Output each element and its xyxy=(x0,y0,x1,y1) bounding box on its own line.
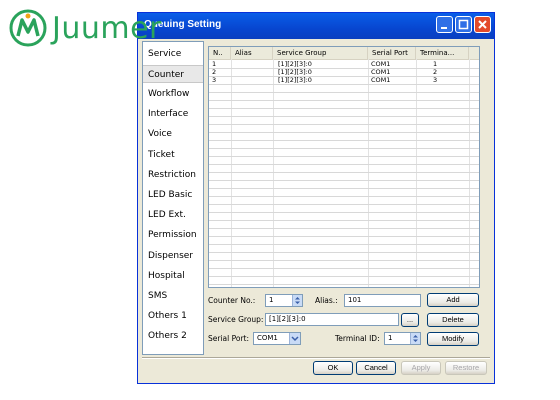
table-cell: COM1 xyxy=(371,76,391,84)
sidebar-item-workflow[interactable]: Workflow xyxy=(143,85,203,103)
spinner-arrows-icon[interactable] xyxy=(410,333,420,344)
footer-divider xyxy=(142,357,490,359)
counter-table[interactable]: N.. Alias Service Group Serial Port Term… xyxy=(208,46,480,288)
alias-label: Alias.: xyxy=(315,296,338,305)
table-cell: 1 xyxy=(212,60,217,68)
table-cell: 3 xyxy=(212,76,217,84)
empty-table-row[interactable] xyxy=(209,276,479,285)
restore-button[interactable]: Restore xyxy=(445,361,487,375)
column-header-service-group[interactable]: Service Group xyxy=(273,47,368,59)
counter-no-spinner[interactable]: 1 xyxy=(265,294,303,307)
apply-button[interactable]: Apply xyxy=(401,361,441,375)
table-cell: [1][2][3]:0 xyxy=(278,60,312,68)
table-cell: [1][2][3]:0 xyxy=(278,68,312,76)
table-header: N.. Alias Service Group Serial Port Term… xyxy=(209,47,479,60)
sidebar-item-sms[interactable]: SMS xyxy=(143,287,203,305)
sidebar-item-permission[interactable]: Permission xyxy=(143,226,203,244)
maximize-icon xyxy=(458,19,469,30)
table-cell: COM1 xyxy=(371,60,391,68)
terminal-id-label: Terminal ID: xyxy=(335,334,380,343)
serial-port-value: COM1 xyxy=(257,334,278,342)
close-icon xyxy=(478,20,487,29)
table-cell: [1][2][3]:0 xyxy=(278,76,312,84)
sidebar-item-others-2[interactable]: Others 2 xyxy=(143,327,203,345)
table-cell: 2 xyxy=(212,68,217,76)
table-cell: 1 xyxy=(433,60,438,68)
queuing-setting-window: Queuing Setting Service Counter Workflow… xyxy=(137,12,495,384)
terminal-id-spinner[interactable]: 1 xyxy=(384,332,421,345)
chevron-down-icon[interactable] xyxy=(289,333,300,344)
ok-button[interactable]: OK xyxy=(313,361,353,375)
logo-text: Juumer xyxy=(52,10,162,46)
serial-port-select[interactable]: COM1 xyxy=(253,332,301,345)
maximize-button[interactable] xyxy=(455,16,472,33)
counter-no-label: Counter No.: xyxy=(208,296,256,305)
sidebar-item-led-ext[interactable]: LED Ext. xyxy=(143,206,203,224)
counter-no-value: 1 xyxy=(269,296,274,304)
delete-button[interactable]: Delete xyxy=(427,313,479,327)
logo-mark-icon xyxy=(8,8,48,48)
service-group-label: Service Group: xyxy=(208,315,264,324)
sidebar-item-voice[interactable]: Voice xyxy=(143,125,203,143)
cancel-button[interactable]: Cancel xyxy=(356,361,396,375)
column-header-no[interactable]: N.. xyxy=(209,47,231,59)
column-header-serial-port[interactable]: Serial Port xyxy=(368,47,416,59)
sidebar-item-interface[interactable]: Interface xyxy=(143,105,203,123)
add-button[interactable]: Add xyxy=(427,293,479,307)
terminal-id-value: 1 xyxy=(388,334,393,342)
brand-logo: Juumer xyxy=(8,8,162,48)
spinner-arrows-icon[interactable] xyxy=(292,295,302,306)
minimize-button[interactable] xyxy=(436,16,453,33)
service-group-input[interactable]: [1][2][3]:0 xyxy=(265,313,399,326)
modify-button[interactable]: Modify xyxy=(427,332,479,346)
table-cell: 3 xyxy=(433,76,438,84)
alias-input[interactable]: 101 xyxy=(344,294,421,307)
serial-port-label: Serial Port: xyxy=(208,334,250,343)
sidebar-item-hospital[interactable]: Hospital xyxy=(143,267,203,285)
sidebar-item-led-basic[interactable]: LED Basic xyxy=(143,186,203,204)
sidebar-item-restriction[interactable]: Restriction xyxy=(143,166,203,184)
minimize-icon xyxy=(441,27,447,29)
sidebar-item-others-1[interactable]: Others 1 xyxy=(143,307,203,325)
table-cell: 2 xyxy=(433,68,438,76)
sidebar-item-dispenser[interactable]: Dispenser xyxy=(143,247,203,265)
column-header-alias[interactable]: Alias xyxy=(231,47,273,59)
browse-button[interactable]: ... xyxy=(401,313,419,327)
table-cell: COM1 xyxy=(371,68,391,76)
close-button[interactable] xyxy=(474,16,491,33)
sidebar-item-counter[interactable]: Counter xyxy=(143,65,203,83)
column-header-terminal[interactable]: Termina... xyxy=(416,47,469,59)
sidebar-item-ticket[interactable]: Ticket xyxy=(143,146,203,164)
title-bar[interactable]: Queuing Setting xyxy=(138,13,494,39)
settings-sidebar: Service Counter Workflow Interface Voice… xyxy=(142,41,204,355)
